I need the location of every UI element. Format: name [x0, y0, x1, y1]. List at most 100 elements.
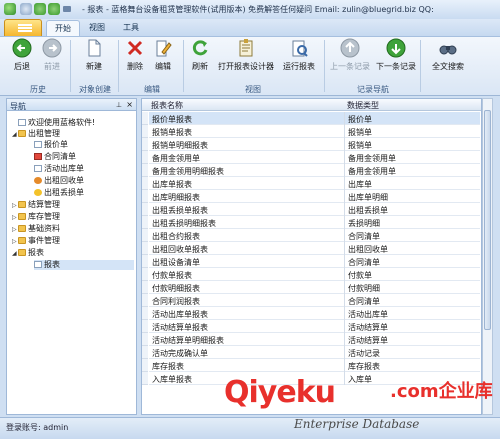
row-header[interactable] [142, 307, 148, 320]
tab-tools[interactable]: 工具 [118, 20, 144, 36]
table-row[interactable]: 库存报表 库存报表 [149, 359, 480, 372]
table-row[interactable]: 活动出库单报表 活动出库单 [149, 307, 480, 320]
tree-item-basic-data[interactable]: ▷ 基础资料 [12, 224, 60, 234]
column-divider [344, 190, 345, 203]
table-row[interactable]: 出租丢损单报表 出租丢损单 [149, 203, 480, 216]
tree-item-rental-loss[interactable]: 出租丢损单 [34, 188, 84, 198]
table-row[interactable]: 活动完成确认单 活动记录 [149, 346, 480, 359]
tree-item-reports-selected[interactable]: 报表 [34, 260, 134, 270]
watermark-brand: Qiyeku [224, 375, 336, 410]
cell-data-type: 付款单 [348, 271, 372, 280]
table-row[interactable]: 活动结算单明细报表 活动结算单 [149, 333, 480, 346]
table-row[interactable]: 报销单报表 报销单 [149, 125, 480, 138]
close-icon[interactable]: × [126, 100, 133, 109]
new-button[interactable]: 新建 [80, 38, 108, 72]
tab-view[interactable]: 视图 [84, 20, 110, 36]
watermark-suffix: .com企业库 [390, 381, 493, 402]
refresh-button[interactable]: 刷新 [186, 38, 214, 72]
tree-item-activity-outbound[interactable]: 活动出库单 [34, 164, 84, 174]
watermark-logo: Qiyeku .com企业库 Enterprise Database [212, 375, 500, 435]
pin-icon[interactable]: ⊥ [116, 101, 122, 109]
row-header[interactable] [142, 333, 148, 346]
cell-report-name: 库存报表 [152, 362, 184, 371]
next-record-button[interactable]: 下一条记录 [374, 38, 418, 72]
table-row[interactable]: 出库单报表 出库单 [149, 177, 480, 190]
row-header[interactable] [142, 190, 148, 203]
folder-icon [18, 249, 26, 256]
previous-record-button[interactable]: 上一条记录 [328, 38, 372, 72]
ribbon-separator [183, 40, 184, 92]
table-row[interactable]: 活动结算单报表 活动结算单 [149, 320, 480, 333]
row-header[interactable] [142, 125, 148, 138]
row-header[interactable] [142, 112, 148, 125]
app-menu-button[interactable] [4, 19, 42, 36]
table-row[interactable]: 付款明细报表 付款明细 [149, 281, 480, 294]
quick-refresh-icon[interactable] [48, 3, 60, 15]
column-header-data-type[interactable]: 数据类型 [347, 100, 379, 111]
table-row[interactable]: 报销单明细报表 报销单 [149, 138, 480, 151]
row-header[interactable] [142, 203, 148, 216]
forward-button[interactable]: 前进 [38, 38, 66, 72]
column-divider [344, 320, 345, 333]
row-header[interactable] [142, 320, 148, 333]
open-report-designer-button[interactable]: 打开报表设计器 [216, 38, 276, 72]
cell-report-name: 付款单报表 [152, 271, 192, 280]
cell-data-type: 出库单 [348, 180, 372, 189]
table-row[interactable]: 合同利润报表 合同清单 [149, 294, 480, 307]
table-row[interactable]: 付款单报表 付款单 [149, 268, 480, 281]
row-header[interactable] [142, 177, 148, 190]
row-header[interactable] [142, 229, 148, 242]
tree-item-events[interactable]: ▷ 事件管理 [12, 236, 60, 246]
table-row[interactable]: 出租回收单报表 出租回收单 [149, 242, 480, 255]
cell-report-name: 报销单明细报表 [152, 141, 208, 150]
row-header[interactable] [142, 281, 148, 294]
table-row[interactable]: 报价单报表 报价单 [149, 112, 480, 125]
tree-item-quotation[interactable]: 报价单 [34, 140, 68, 150]
quick-access-menu-icon[interactable] [63, 6, 71, 12]
cell-report-name: 出库明细报表 [152, 193, 200, 202]
tree-item-inventory[interactable]: ▷ 库存管理 [12, 212, 60, 222]
tree-item-rental-management[interactable]: ◢ 出租管理 [12, 129, 60, 139]
row-header[interactable] [142, 294, 148, 307]
table-row[interactable]: 出租合约报表 合同清单 [149, 229, 480, 242]
ribbon-separator [420, 40, 421, 92]
tree-item-welcome[interactable]: 欢迎使用蓝格软件! [12, 118, 95, 128]
tree-item-rental-return[interactable]: 出租回收单 [34, 176, 84, 186]
cell-report-name: 出租丢损明细报表 [152, 219, 216, 228]
column-divider [344, 203, 345, 216]
table-row[interactable]: 出租设备清单 合同清单 [149, 255, 480, 268]
table-row[interactable]: 备用金领用单 备用金领用单 [149, 151, 480, 164]
scrollbar-thumb[interactable] [484, 110, 491, 330]
row-header[interactable] [142, 372, 148, 385]
table-row[interactable]: 出库明细报表 出库单明细 [149, 190, 480, 203]
row-header[interactable] [142, 346, 148, 359]
ribbon-separator [118, 40, 119, 92]
tab-start[interactable]: 开始 [46, 20, 80, 36]
cell-report-name: 出租回收单报表 [152, 245, 208, 254]
row-header[interactable] [142, 216, 148, 229]
row-header[interactable] [142, 242, 148, 255]
full-text-search-button[interactable]: 全文搜索 [428, 38, 468, 72]
table-row[interactable]: 备用金领用明细报表 备用金领用单 [149, 164, 480, 177]
row-header[interactable] [142, 164, 148, 177]
tree-item-contract-list[interactable]: 合同清单 [34, 152, 76, 162]
run-report-button[interactable]: 运行报表 [278, 38, 320, 72]
table-row[interactable]: 出租丢损明细报表 丢损明细 [149, 216, 480, 229]
edit-button[interactable]: 编辑 [150, 38, 176, 72]
quick-forward-icon[interactable] [34, 3, 46, 15]
nav-panel-header: 导航 ⊥ × [6, 98, 137, 111]
ribbon-separator [70, 40, 71, 92]
column-header-report-name[interactable]: 报表名称 [151, 100, 183, 111]
quick-back-icon[interactable] [20, 3, 32, 15]
row-header[interactable] [142, 255, 148, 268]
back-button[interactable]: 后退 [8, 38, 36, 72]
title-bar: - 报表 - 蓝格舞台设备租赁管理软件(试用版本) 免费解答任何疑问 Email… [0, 0, 500, 20]
row-header[interactable] [142, 359, 148, 372]
row-header[interactable] [142, 151, 148, 164]
row-header[interactable] [142, 268, 148, 281]
row-header[interactable] [142, 138, 148, 151]
back-arrow-icon [12, 38, 32, 58]
tree-item-settlement[interactable]: ▷ 结算管理 [12, 200, 60, 210]
delete-button[interactable]: 删除 [122, 38, 148, 72]
tree-item-reports[interactable]: ◢ 报表 [12, 248, 44, 258]
